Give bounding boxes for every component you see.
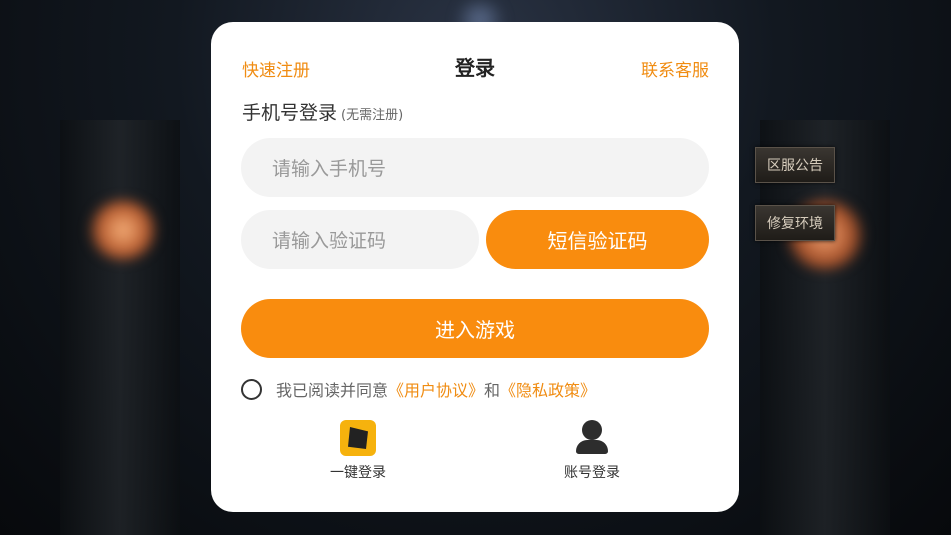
sms-code-button[interactable]: 短信验证码 (486, 210, 709, 269)
background-pillar-left (60, 120, 180, 535)
agree-radio[interactable] (241, 378, 262, 400)
enter-game-button[interactable]: 进入游戏 (241, 299, 709, 358)
phone-placeholder: 请输入手机号 (272, 158, 387, 180)
agreement-row: 我已阅读并同意 《用户协议》 和 《隐私政策》 (241, 377, 596, 401)
background-lamp-left (88, 200, 158, 260)
repair-environment-button[interactable]: 修复环境 (755, 205, 835, 241)
phone-input[interactable]: 请输入手机号 (241, 138, 709, 197)
customer-service-link[interactable]: 联系客服 (641, 56, 709, 81)
user-agreement-link[interactable]: 《用户协议》 (388, 377, 484, 401)
privacy-policy-link[interactable]: 《隐私政策》 (500, 377, 596, 401)
login-dialog: 快速注册 登录 联系客服 手机号登录 (无需注册) 请输入手机号 请输入验证码 短… (211, 22, 739, 512)
phone-login-heading: 手机号登录 (无需注册) (242, 98, 403, 125)
agreement-and: 和 (484, 381, 501, 400)
phone-login-title: 手机号登录 (242, 102, 338, 124)
dragon-logo-icon (340, 420, 376, 456)
person-icon (574, 420, 610, 456)
no-register-note: (无需注册) (341, 108, 404, 123)
agreement-prefix: 我已阅读并同意 (276, 381, 389, 400)
code-placeholder: 请输入验证码 (272, 230, 387, 252)
verification-code-input[interactable]: 请输入验证码 (241, 210, 479, 269)
account-login-button[interactable]: 账号登录 (532, 420, 652, 482)
one-click-login-label: 一键登录 (330, 465, 386, 481)
account-login-label: 账号登录 (564, 465, 620, 481)
server-announcement-button[interactable]: 区服公告 (755, 147, 835, 183)
one-click-login-button[interactable]: 一键登录 (298, 420, 418, 482)
